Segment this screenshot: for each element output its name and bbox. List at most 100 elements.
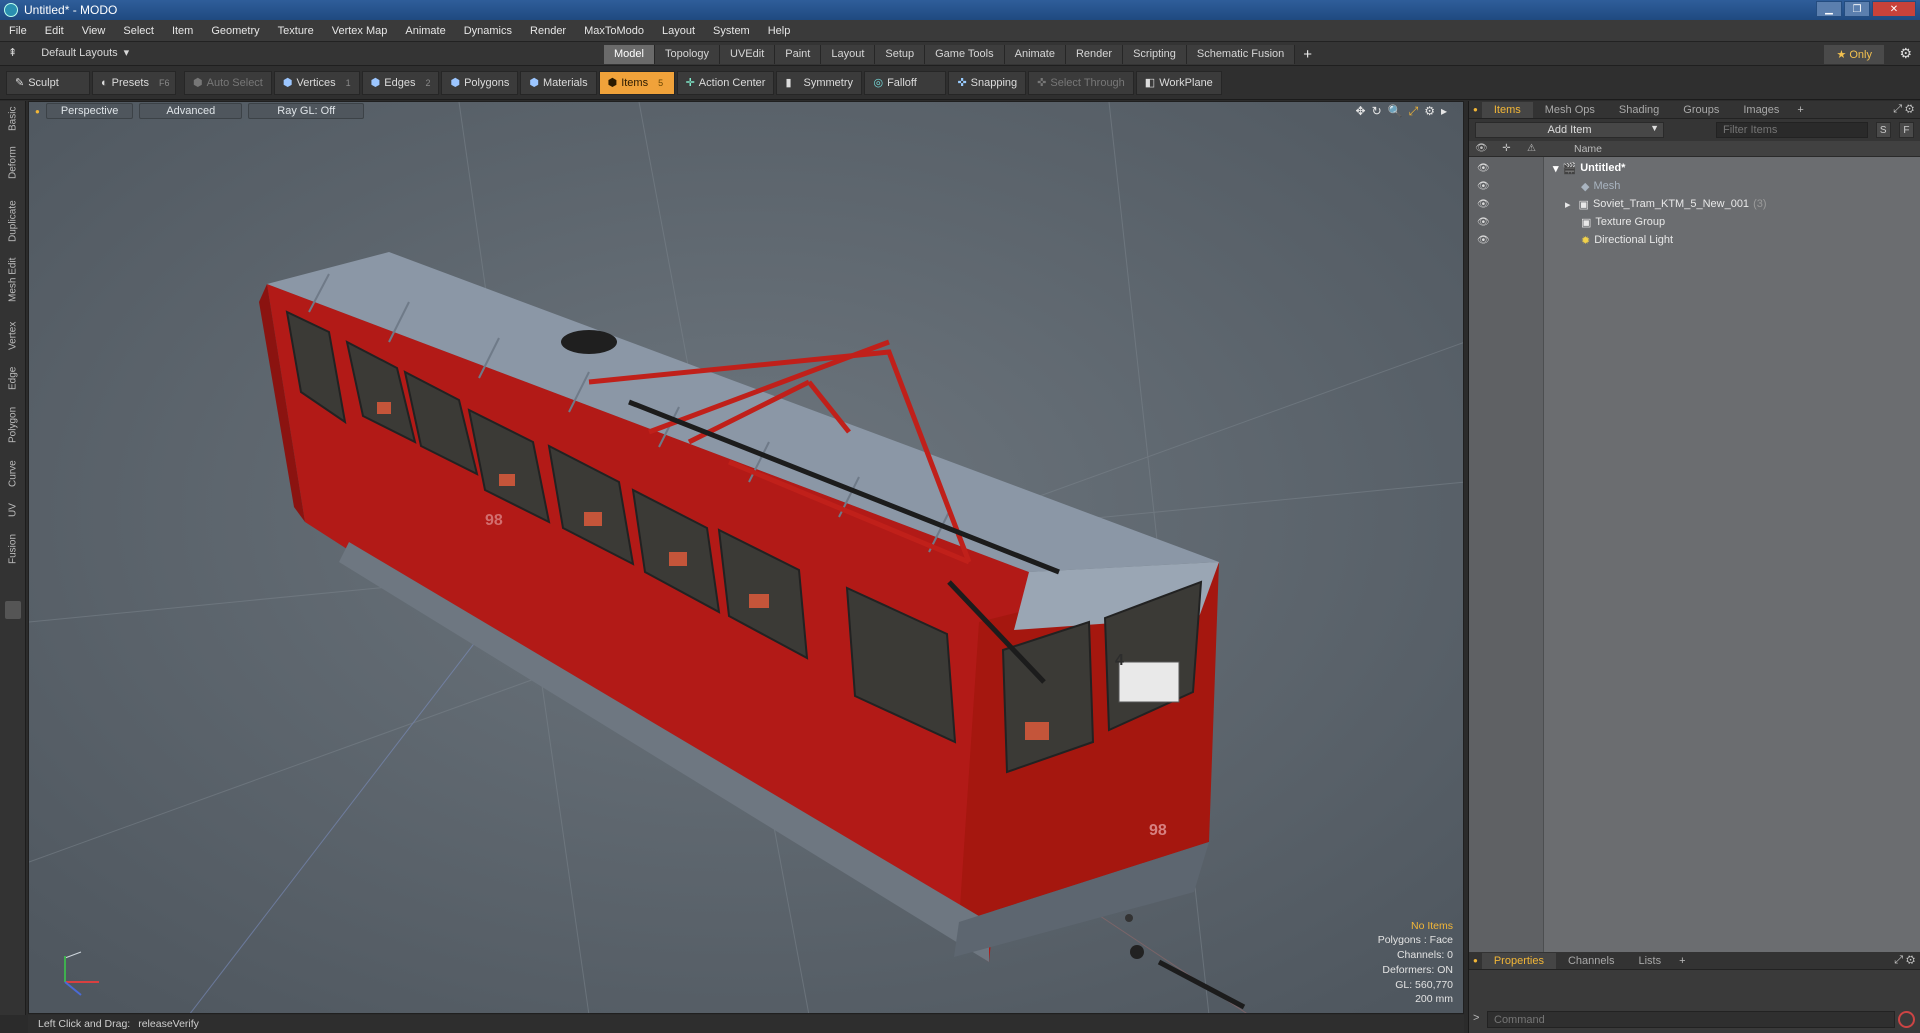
command-input[interactable] bbox=[1487, 1011, 1895, 1028]
menu-dynamics[interactable]: Dynamics bbox=[455, 25, 521, 37]
vtab-duplicate[interactable]: Duplicate bbox=[4, 197, 22, 245]
view-type-button[interactable]: Perspective bbox=[45, 103, 134, 119]
tab-channels[interactable]: Channels bbox=[1556, 953, 1626, 969]
type-column-icon[interactable]: ⚠ bbox=[1519, 143, 1544, 154]
tab-shading[interactable]: Shading bbox=[1607, 102, 1671, 118]
tab-lists[interactable]: Lists bbox=[1626, 953, 1673, 969]
tab-properties[interactable]: Properties bbox=[1481, 952, 1556, 969]
menu-layout[interactable]: Layout bbox=[653, 25, 704, 37]
menu-select[interactable]: Select bbox=[114, 25, 163, 37]
tab-setup[interactable]: Setup bbox=[875, 45, 926, 64]
tab-mesh-ops[interactable]: Mesh Ops bbox=[1533, 102, 1607, 118]
list-item[interactable]: 👁 ▾ 🎬 Untitled* bbox=[1469, 159, 1920, 177]
lock-column-icon[interactable]: ✛ bbox=[1494, 143, 1519, 154]
edges-button[interactable]: ⬢ Edges 2 bbox=[361, 70, 440, 95]
tab-items[interactable]: Items bbox=[1481, 101, 1533, 118]
expand-arrow-icon[interactable]: ▸ bbox=[1565, 198, 1571, 211]
only-toggle[interactable]: ★ Only bbox=[1824, 45, 1884, 64]
s-button[interactable]: S bbox=[1875, 122, 1891, 138]
tab-paint[interactable]: Paint bbox=[775, 45, 822, 64]
tab-groups[interactable]: Groups bbox=[1671, 102, 1731, 118]
zoom-icon[interactable]: 🔍 bbox=[1388, 104, 1403, 119]
fit-icon[interactable]: ⤢ bbox=[1409, 104, 1419, 119]
add-properties-tab-button[interactable]: + bbox=[1673, 953, 1691, 969]
eye-icon[interactable]: 👁 bbox=[1477, 199, 1490, 210]
eye-icon[interactable]: 👁 bbox=[1477, 217, 1490, 228]
visibility-column-icon[interactable]: 👁 bbox=[1469, 143, 1494, 154]
materials-button[interactable]: ⬢ Materials bbox=[520, 70, 597, 95]
menu-edit[interactable]: Edit bbox=[36, 25, 73, 37]
panel-expand-icon[interactable]: ⤢ ⚙ bbox=[1893, 103, 1920, 116]
menu-item[interactable]: Item bbox=[163, 25, 202, 37]
close-button[interactable]: ✕ bbox=[1872, 1, 1916, 17]
eye-icon[interactable]: 👁 bbox=[1477, 163, 1490, 174]
list-item[interactable]: 👁 ▸ ▣ Soviet_Tram_KTM_5_New_001 (3) bbox=[1469, 195, 1920, 213]
sculpt-button[interactable]: ✎ Sculpt bbox=[6, 70, 90, 95]
rotate-icon[interactable]: ↻ bbox=[1372, 104, 1382, 119]
menu-view[interactable]: View bbox=[73, 25, 115, 37]
vertices-button[interactable]: ⬢ Vertices 1 bbox=[273, 70, 360, 95]
3d-viewport[interactable]: 98 98 4 ● Perspective Advanced Ray GL: O… bbox=[28, 101, 1464, 1014]
add-item-dropdown[interactable]: Add Item ▼ bbox=[1475, 122, 1664, 138]
menu-maxtomodo[interactable]: MaxToModo bbox=[575, 25, 653, 37]
presets-button[interactable]: ◐ Presets F6 bbox=[92, 70, 176, 95]
menu-texture[interactable]: Texture bbox=[269, 25, 323, 37]
snapping-button[interactable]: ✜ Snapping bbox=[948, 70, 1027, 95]
vtab-mesh-edit[interactable]: Mesh Edit bbox=[4, 255, 22, 305]
vtab-basic[interactable]: Basic bbox=[4, 105, 22, 133]
tab-topology[interactable]: Topology bbox=[654, 45, 721, 64]
pan-icon[interactable]: ✥ bbox=[1356, 104, 1366, 119]
tab-scripting[interactable]: Scripting bbox=[1123, 45, 1187, 64]
eye-icon[interactable]: 👁 bbox=[1477, 235, 1490, 246]
tab-layout[interactable]: Layout bbox=[821, 45, 876, 64]
gear-icon[interactable]: ⚙ bbox=[1899, 45, 1912, 62]
raygl-toggle[interactable]: Ray GL: Off bbox=[248, 103, 365, 119]
panel-menu-icon[interactable]: ● bbox=[1469, 105, 1482, 114]
workplane-button[interactable]: ◧ WorkPlane bbox=[1135, 70, 1222, 95]
select-through-button[interactable]: ✜ Select Through bbox=[1028, 70, 1134, 95]
vtab-vertex[interactable]: Vertex bbox=[4, 317, 22, 355]
falloff-button[interactable]: ◎ Falloff bbox=[864, 70, 947, 95]
viewport-gear-icon[interactable]: ⚙ bbox=[1424, 104, 1435, 119]
name-column-header[interactable]: Name bbox=[1574, 143, 1602, 155]
polygons-button[interactable]: ⬢ Polygons bbox=[441, 70, 519, 95]
add-panel-tab-button[interactable]: + bbox=[1791, 102, 1809, 118]
eye-icon[interactable]: 👁 bbox=[1477, 181, 1490, 192]
maximize-button[interactable]: ❐ bbox=[1844, 1, 1870, 17]
menu-file[interactable]: File bbox=[0, 25, 36, 37]
menu-help[interactable]: Help bbox=[759, 25, 800, 37]
vtab-fusion[interactable]: Fusion bbox=[4, 531, 22, 567]
layout-selector[interactable]: ⇞ Default Layouts ▾ bbox=[8, 46, 129, 60]
f-button[interactable]: F bbox=[1898, 122, 1914, 138]
action-center-button[interactable]: ✛ Action Center bbox=[676, 70, 775, 95]
menu-system[interactable]: System bbox=[704, 25, 759, 37]
filter-items-input[interactable] bbox=[1716, 122, 1868, 138]
vtab-edge[interactable]: Edge bbox=[4, 363, 22, 393]
viewport-menu-icon[interactable]: ● bbox=[35, 107, 40, 116]
tab-animate[interactable]: Animate bbox=[1004, 45, 1066, 64]
viewport-expand-icon[interactable]: ▸ bbox=[1441, 104, 1447, 119]
list-item[interactable]: 👁 ◆ Mesh bbox=[1469, 177, 1920, 195]
tab-render[interactable]: Render bbox=[1065, 45, 1124, 64]
menu-geometry[interactable]: Geometry bbox=[202, 25, 268, 37]
tab-game-tools[interactable]: Game Tools bbox=[925, 45, 1005, 64]
menu-render[interactable]: Render bbox=[521, 25, 575, 37]
vtab-polygon[interactable]: Polygon bbox=[4, 403, 22, 447]
tab-schematic-fusion[interactable]: Schematic Fusion bbox=[1186, 45, 1296, 64]
tab-model[interactable]: Model bbox=[604, 45, 655, 64]
menu-animate[interactable]: Animate bbox=[396, 25, 454, 37]
vtab-curve[interactable]: Curve bbox=[4, 457, 22, 491]
items-button[interactable]: ⬢ Items 5 bbox=[598, 70, 675, 95]
tabs-toggle-button[interactable] bbox=[5, 601, 21, 619]
menu-vertex-map[interactable]: Vertex Map bbox=[323, 25, 397, 37]
tab-uvedit[interactable]: UVEdit bbox=[720, 45, 776, 64]
vtab-deform[interactable]: Deform bbox=[4, 145, 22, 181]
vtab-uv[interactable]: UV bbox=[4, 499, 22, 521]
properties-expand-icon[interactable]: ⤢ ⚙ bbox=[1894, 954, 1920, 967]
list-item[interactable]: 👁 ✹ Directional Light bbox=[1469, 231, 1920, 249]
command-history-button[interactable] bbox=[1898, 1011, 1915, 1028]
expand-arrow-icon[interactable]: ▾ bbox=[1553, 162, 1559, 175]
add-layout-tab-button[interactable]: + bbox=[1295, 45, 1320, 64]
auto-select-button[interactable]: ⬢ Auto Select bbox=[184, 70, 272, 95]
shading-mode-button[interactable]: Advanced bbox=[139, 103, 243, 119]
